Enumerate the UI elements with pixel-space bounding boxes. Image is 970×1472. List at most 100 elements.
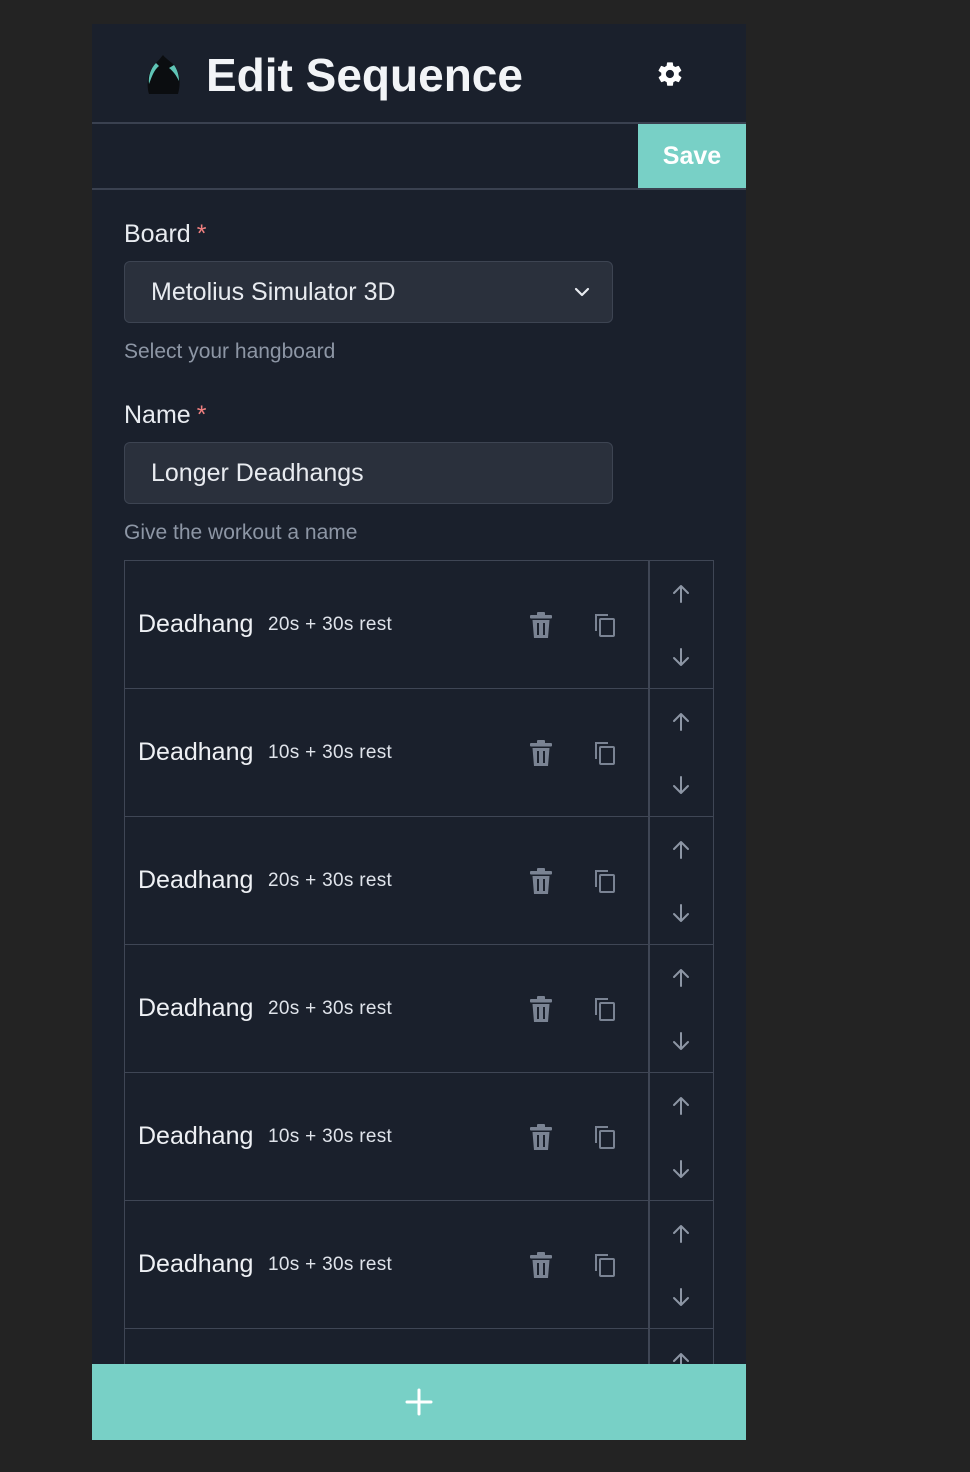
duplicate-button[interactable] [591,738,619,768]
move-up-button[interactable] [666,1349,696,1364]
trash-icon [530,612,552,638]
delete-button[interactable] [527,866,555,896]
exercise-name: Deadhang [138,1122,254,1150]
exercise-name: Deadhang [138,1250,254,1278]
add-exercise-button[interactable] [92,1364,746,1440]
exercise-row-partial [124,1328,714,1364]
copy-icon [595,1254,615,1277]
sequence-form: Board * Metolius Simulator 3D Select your… [124,216,714,548]
name-help-text: Give the workout a name [124,521,358,544]
name-group: Name * Longer Deadhangs Give the workout … [124,397,714,548]
trash-icon [530,740,552,766]
arrow-down-icon [673,1032,689,1050]
exercise-row-main[interactable]: Deadhang 20s + 30s rest [125,561,650,688]
arrow-down-icon [673,648,689,666]
trash-icon [530,996,552,1022]
board-label-text: Board [124,220,191,248]
move-up-button[interactable] [666,1221,696,1247]
exercise-detail: 10s + 30s rest [268,1254,393,1275]
move-up-button[interactable] [666,581,696,607]
board-select-value: Metolius Simulator 3D [151,277,396,306]
required-mark: * [196,220,207,248]
copy-icon [595,614,615,637]
name-input-value: Longer Deadhangs [151,458,364,487]
arrow-down-icon [673,1288,689,1306]
arrow-up-icon [673,1225,689,1243]
move-up-button[interactable] [666,1093,696,1119]
exercise-name: Deadhang [138,610,254,638]
duplicate-button[interactable] [591,610,619,640]
duplicate-button[interactable] [591,994,619,1024]
board-help-text: Select your hangboard [124,340,336,363]
exercise-row: Deadhang 20s + 30s rest [124,816,714,945]
gear-icon [658,62,682,86]
exercise-row-main[interactable]: Deadhang 20s + 30s rest [125,817,650,944]
arrow-down-icon [673,776,689,794]
delete-button[interactable] [527,994,555,1024]
exercise-row: Deadhang 10s + 30s rest [124,1072,714,1201]
exercise-name: Deadhang [138,738,254,766]
trash-icon [530,1252,552,1278]
exercise-row: Deadhang 20s + 30s rest [124,560,714,689]
move-down-button[interactable] [666,1028,696,1054]
exercise-row: Deadhang 10s + 30s rest [124,1200,714,1329]
exercise-row-main[interactable] [125,1329,650,1364]
header: Edit Sequence [92,24,746,124]
trash-icon [530,868,552,894]
delete-button[interactable] [527,1122,555,1152]
move-up-button[interactable] [666,837,696,863]
copy-icon [595,742,615,765]
arrow-down-icon [673,904,689,922]
climbing-hold-icon [147,55,180,94]
exercise-name: Deadhang [138,866,254,894]
exercise-name: Deadhang [138,994,254,1022]
arrow-up-icon [673,841,689,859]
arrow-down-icon [673,1160,689,1178]
settings-button[interactable] [654,58,686,90]
arrow-up-icon [673,1353,689,1364]
chevron-down-icon [574,287,590,297]
exercise-row-main[interactable]: Deadhang 10s + 30s rest [125,1201,650,1328]
arrow-up-icon [673,713,689,731]
name-label-text: Name [124,401,191,429]
move-down-button[interactable] [666,644,696,670]
board-group: Board * Metolius Simulator 3D Select your… [124,216,714,367]
name-input[interactable]: Longer Deadhangs [124,442,613,504]
exercise-row: Deadhang 10s + 30s rest [124,688,714,817]
delete-button[interactable] [527,1250,555,1280]
copy-icon [595,998,615,1021]
copy-icon [595,870,615,893]
duplicate-button[interactable] [591,1250,619,1280]
duplicate-button[interactable] [591,866,619,896]
name-label: Name * [124,397,714,433]
exercise-row-main[interactable]: Deadhang 10s + 30s rest [125,1073,650,1200]
exercise-list: Deadhang 20s + 30s rest Deadhang 10s + 3… [124,560,714,1364]
delete-button[interactable] [527,738,555,768]
trash-icon [530,1124,552,1150]
required-mark: * [196,401,207,429]
board-select[interactable]: Metolius Simulator 3D [124,261,613,323]
arrow-up-icon [673,585,689,603]
app-window: Edit Sequence Save Board * Metolius Simul… [92,24,746,1440]
exercise-detail: 10s + 30s rest [268,742,393,763]
exercise-detail: 10s + 30s rest [268,1126,393,1147]
exercise-detail: 20s + 30s rest [268,998,393,1019]
move-down-button[interactable] [666,1156,696,1182]
move-up-button[interactable] [666,965,696,991]
exercise-detail: 20s + 30s rest [268,614,393,635]
delete-button[interactable] [527,610,555,640]
exercise-detail: 20s + 30s rest [268,870,393,891]
save-button[interactable]: Save [638,124,746,188]
plus-icon [405,1388,433,1416]
duplicate-button[interactable] [591,1122,619,1152]
exercise-row-main[interactable]: Deadhang 10s + 30s rest [125,689,650,816]
arrow-up-icon [673,1097,689,1115]
move-down-button[interactable] [666,1284,696,1310]
exercise-row-main[interactable]: Deadhang 20s + 30s rest [125,945,650,1072]
board-label: Board * [124,216,714,252]
copy-icon [595,1126,615,1149]
move-down-button[interactable] [666,900,696,926]
arrow-up-icon [673,969,689,987]
move-down-button[interactable] [666,772,696,798]
move-up-button[interactable] [666,709,696,735]
